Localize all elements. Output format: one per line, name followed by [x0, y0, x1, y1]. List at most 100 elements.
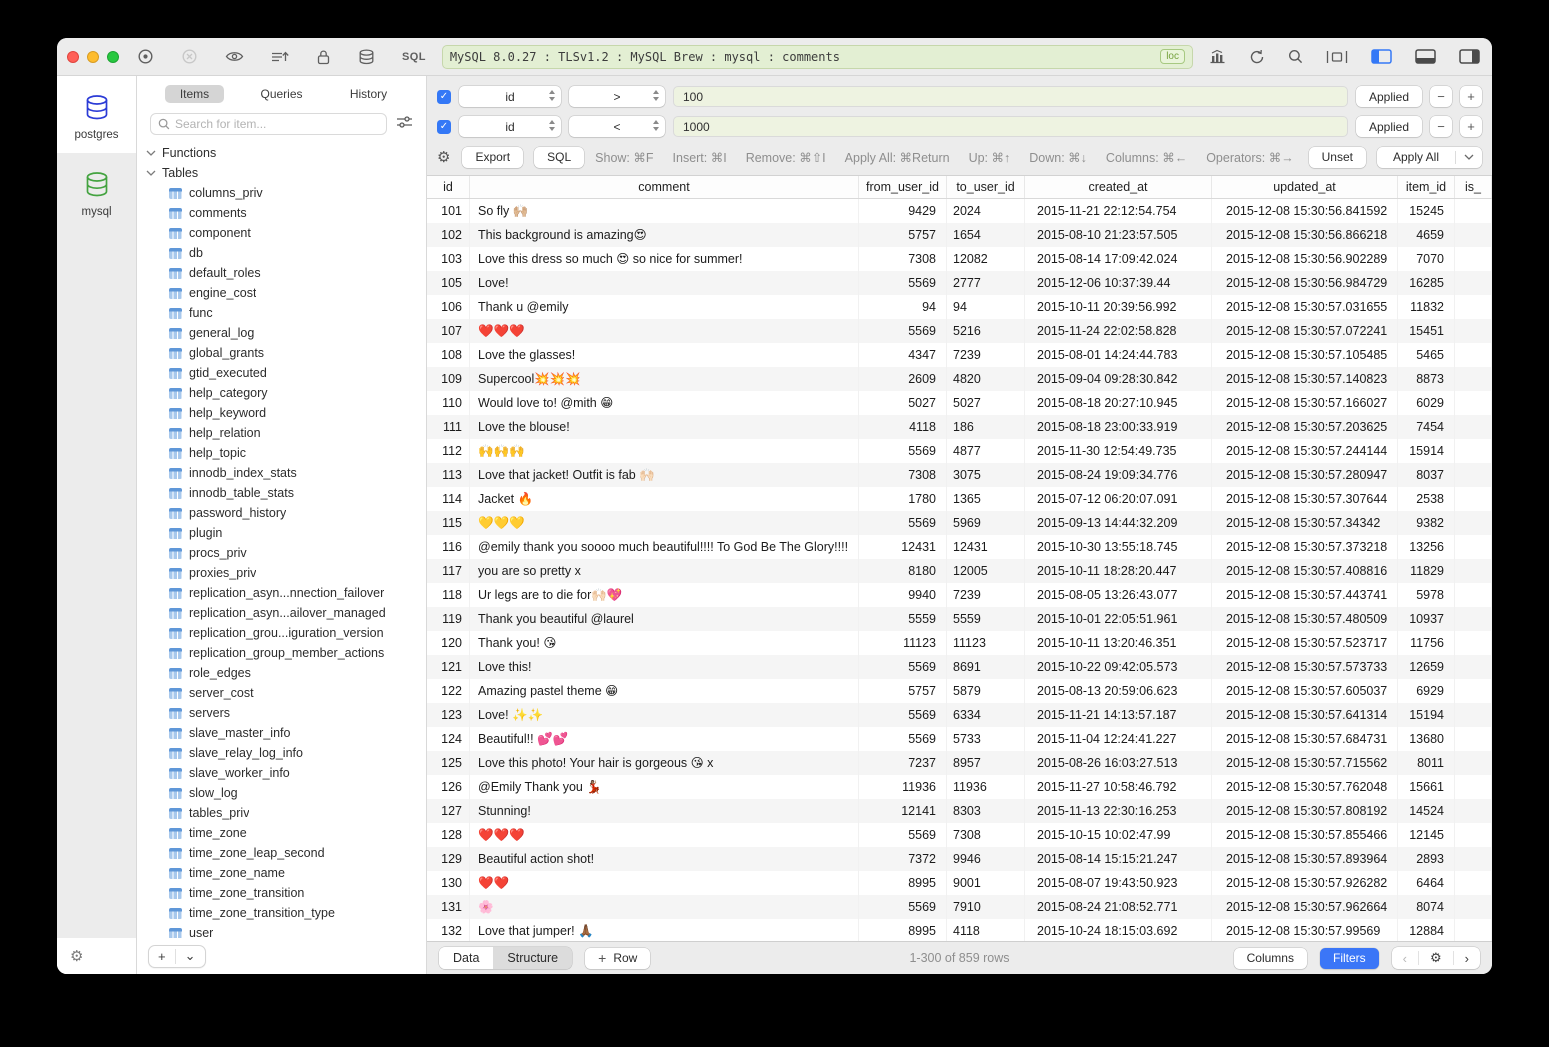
table-row[interactable]: 122Amazing pastel theme 😁575758792015-08… — [427, 679, 1492, 703]
table-row[interactable]: 127Stunning!1214183032015-11-13 22:30:16… — [427, 799, 1492, 823]
cell-created_at[interactable]: 2015-08-10 21:23:57.505 — [1025, 223, 1212, 247]
cell-item_id[interactable]: 8011 — [1398, 751, 1455, 775]
cell-item_id[interactable]: 2893 — [1398, 847, 1455, 871]
table-row[interactable]: 112🙌🙌🙌556948772015-11-30 12:54:49.735201… — [427, 439, 1492, 463]
cell-to_user_id[interactable]: 4820 — [947, 367, 1025, 391]
cell-updated_at[interactable]: 2015-12-08 15:30:57.105485 — [1212, 343, 1398, 367]
filter-settings-icon[interactable] — [396, 115, 413, 134]
table-row[interactable]: 130❤️❤️899590012015-08-07 19:43:50.92320… — [427, 871, 1492, 895]
cell-created_at[interactable]: 2015-08-14 17:09:42.024 — [1025, 247, 1212, 271]
cell-to_user_id[interactable]: 2024 — [947, 199, 1025, 223]
cell-created_at[interactable]: 2015-08-26 16:03:27.513 — [1025, 751, 1212, 775]
database-icon[interactable] — [358, 49, 375, 65]
zoom-window-button[interactable] — [107, 51, 119, 63]
cell-created_at[interactable]: 2015-11-21 22:12:54.754 — [1025, 199, 1212, 223]
cell-comment[interactable]: ❤️❤️❤️ — [470, 823, 859, 847]
cell-from_user_id[interactable]: 94 — [859, 295, 947, 319]
cell-is_[interactable] — [1455, 319, 1492, 343]
cell-updated_at[interactable]: 2015-12-08 15:30:57.684731 — [1212, 727, 1398, 751]
cell-item_id[interactable]: 6929 — [1398, 679, 1455, 703]
cell-to_user_id[interactable]: 186 — [947, 415, 1025, 439]
next-page-button[interactable]: › — [1454, 947, 1480, 969]
lock-icon[interactable] — [316, 49, 331, 65]
sidebar-item-table[interactable]: servers — [146, 703, 426, 723]
column-header[interactable]: to_user_id — [947, 176, 1025, 198]
sidebar-item-table[interactable]: slow_log — [146, 783, 426, 803]
cell-to_user_id[interactable]: 11123 — [947, 631, 1025, 655]
cell-comment[interactable]: Love the glasses! — [470, 343, 859, 367]
table-settings-gear-icon[interactable]: ⚙ — [1419, 947, 1453, 969]
cell-updated_at[interactable]: 2015-12-08 15:30:57.140823 — [1212, 367, 1398, 391]
cell-updated_at[interactable]: 2015-12-08 15:30:57.808192 — [1212, 799, 1398, 823]
cell-is_[interactable] — [1455, 223, 1492, 247]
close-window-button[interactable] — [67, 51, 79, 63]
table-row[interactable]: 131🌸556979102015-08-24 21:08:52.7712015-… — [427, 895, 1492, 919]
cell-to_user_id[interactable]: 5027 — [947, 391, 1025, 415]
structure-tab-button[interactable]: Structure — [493, 947, 572, 969]
add-row-button[interactable]: + Row — [585, 948, 650, 969]
cell-to_user_id[interactable]: 9946 — [947, 847, 1025, 871]
cell-created_at[interactable]: 2015-10-11 13:20:46.351 — [1025, 631, 1212, 655]
cell-created_at[interactable]: 2015-11-04 12:24:41.227 — [1025, 727, 1212, 751]
connect-icon[interactable] — [137, 48, 154, 65]
cell-created_at[interactable]: 2015-07-12 06:20:07.091 — [1025, 487, 1212, 511]
table-row[interactable]: 117you are so pretty x8180120052015-10-1… — [427, 559, 1492, 583]
tree-group-functions[interactable]: Functions — [146, 143, 426, 163]
disconnect-icon[interactable] — [181, 48, 198, 65]
sidebar-item-table[interactable]: innodb_table_stats — [146, 483, 426, 503]
filter-operator-select[interactable]: < — [569, 116, 665, 137]
sidebar-item-table[interactable]: replication_group_member_actions — [146, 643, 426, 663]
cell-to_user_id[interactable]: 5879 — [947, 679, 1025, 703]
cell-updated_at[interactable]: 2015-12-08 15:30:57.280947 — [1212, 463, 1398, 487]
cell-created_at[interactable]: 2015-10-22 09:42:05.573 — [1025, 655, 1212, 679]
column-header[interactable]: comment — [470, 176, 859, 198]
cell-comment[interactable]: Beautiful action shot! — [470, 847, 859, 871]
filter-column-select[interactable]: id — [459, 86, 561, 107]
cell-to_user_id[interactable]: 1365 — [947, 487, 1025, 511]
table-row[interactable]: 113Love that jacket! Outfit is fab 🙌🏻730… — [427, 463, 1492, 487]
column-header[interactable]: from_user_id — [859, 176, 947, 198]
cell-item_id[interactable]: 12659 — [1398, 655, 1455, 679]
cell-is_[interactable] — [1455, 895, 1492, 919]
cell-to_user_id[interactable]: 4118 — [947, 919, 1025, 941]
cell-from_user_id[interactable]: 8995 — [859, 871, 947, 895]
cell-comment[interactable]: Jacket 🔥 — [470, 487, 859, 511]
cell-updated_at[interactable]: 2015-12-08 15:30:57.373218 — [1212, 535, 1398, 559]
cell-to_user_id[interactable]: 8691 — [947, 655, 1025, 679]
cell-comment[interactable]: Ur legs are to die for🙌🏻💖 — [470, 583, 859, 607]
filter-enabled-checkbox[interactable]: ✓ — [437, 120, 451, 134]
cell-id[interactable]: 107 — [427, 319, 470, 343]
cell-to_user_id[interactable]: 7239 — [947, 343, 1025, 367]
cell-id[interactable]: 125 — [427, 751, 470, 775]
sidebar-item-table[interactable]: password_history — [146, 503, 426, 523]
cell-item_id[interactable]: 10937 — [1398, 607, 1455, 631]
cell-updated_at[interactable]: 2015-12-08 15:30:57.641314 — [1212, 703, 1398, 727]
cell-id[interactable]: 123 — [427, 703, 470, 727]
cell-is_[interactable] — [1455, 871, 1492, 895]
cell-updated_at[interactable]: 2015-12-08 15:30:57.072241 — [1212, 319, 1398, 343]
cell-to_user_id[interactable]: 5216 — [947, 319, 1025, 343]
sidebar-item-table[interactable]: time_zone_transition_type — [146, 903, 426, 923]
analytics-icon[interactable] — [1209, 49, 1226, 64]
cell-to_user_id[interactable]: 7308 — [947, 823, 1025, 847]
table-row[interactable]: 129Beautiful action shot!737299462015-08… — [427, 847, 1492, 871]
table-row[interactable]: 128❤️❤️❤️556973082015-10-15 10:02:47.992… — [427, 823, 1492, 847]
cell-id[interactable]: 120 — [427, 631, 470, 655]
cell-to_user_id[interactable]: 7239 — [947, 583, 1025, 607]
cell-updated_at[interactable]: 2015-12-08 15:30:56.902289 — [1212, 247, 1398, 271]
sidebar-item-table[interactable]: engine_cost — [146, 283, 426, 303]
cell-from_user_id[interactable]: 7308 — [859, 463, 947, 487]
sql-button[interactable]: SQL — [534, 147, 584, 168]
table-row[interactable]: 108Love the glasses!434772392015-08-01 1… — [427, 343, 1492, 367]
sidebar-item-table[interactable]: replication_asyn...ailover_managed — [146, 603, 426, 623]
column-header[interactable]: is_ — [1455, 176, 1492, 198]
cell-item_id[interactable]: 11756 — [1398, 631, 1455, 655]
cell-to_user_id[interactable]: 4877 — [947, 439, 1025, 463]
cell-from_user_id[interactable]: 7237 — [859, 751, 947, 775]
cell-comment[interactable]: ❤️❤️ — [470, 871, 859, 895]
cell-item_id[interactable]: 2538 — [1398, 487, 1455, 511]
cell-updated_at[interactable]: 2015-12-08 15:30:57.99569 — [1212, 919, 1398, 941]
cell-item_id[interactable]: 15245 — [1398, 199, 1455, 223]
cell-from_user_id[interactable]: 4347 — [859, 343, 947, 367]
cell-item_id[interactable]: 15914 — [1398, 439, 1455, 463]
